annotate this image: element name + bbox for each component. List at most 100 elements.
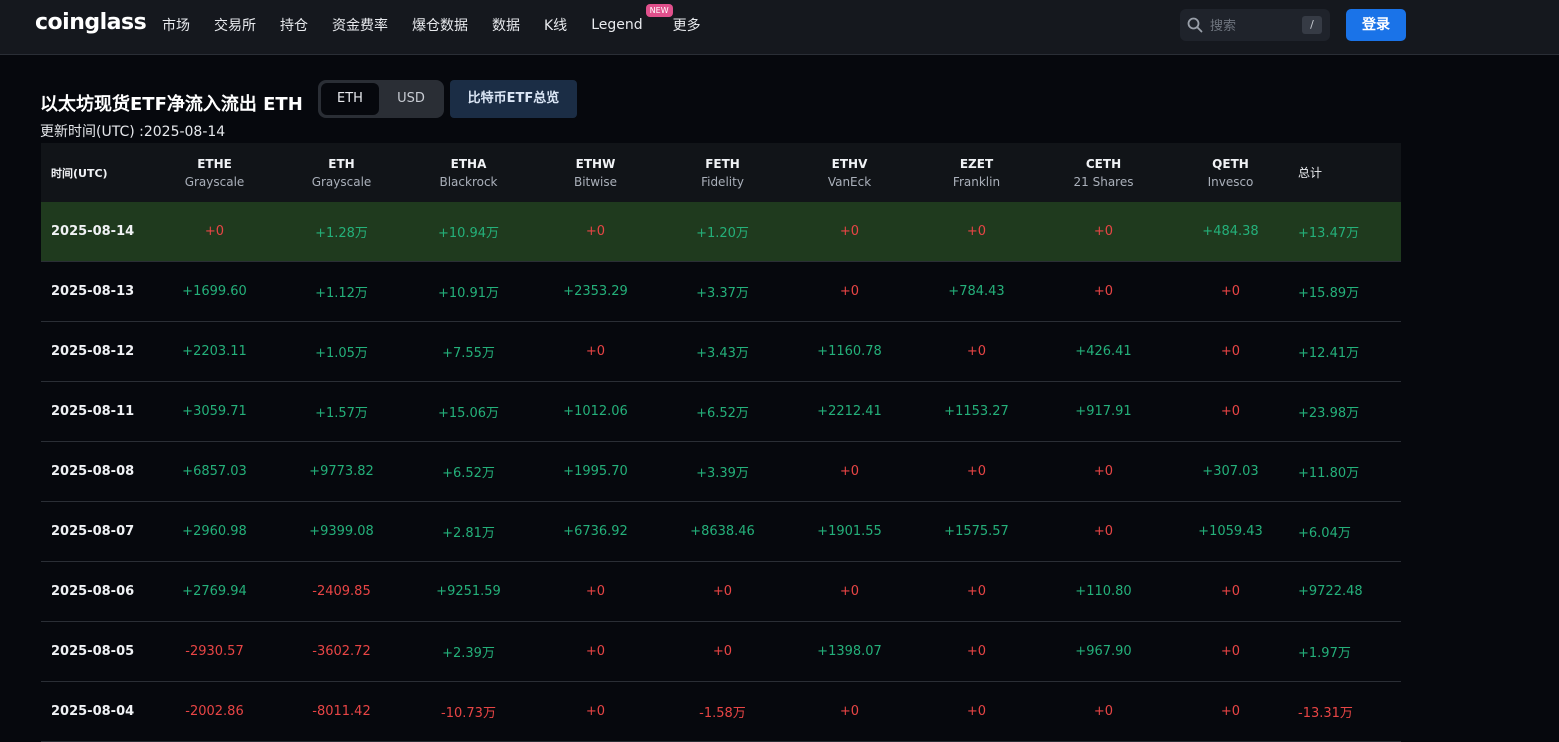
flow-cell: +6.52万	[442, 466, 495, 481]
flow-cell: +3.37万	[696, 286, 749, 301]
total-cell: +6.04万	[1298, 526, 1351, 541]
flow-cell: +0	[1220, 404, 1241, 419]
flow-cell: +2960.98	[182, 524, 247, 539]
header-col-feth[interactable]: FETH Fidelity	[659, 155, 786, 191]
update-time: 更新时间(UTC) :2025-08-14	[40, 124, 226, 140]
flow-cell: +2.39万	[442, 646, 495, 661]
flow-cell: +0	[966, 464, 987, 479]
nav-item-kline[interactable]: K线	[544, 15, 567, 35]
table-row: 2025-08-06 +2769.94 -2409.85 +9251.59 +0 +0 +0…	[41, 562, 1401, 622]
flow-cell: +0	[839, 704, 860, 719]
header-ticker: ETHV	[831, 156, 868, 171]
flow-cell: -2930.57	[185, 644, 244, 659]
header-issuer: Grayscale	[311, 174, 372, 189]
main-nav: 市场 交易所 持仓 资金费率 爆仓数据 数据 K线 Legend NEW 更多	[162, 0, 725, 50]
flow-cell: +0	[1220, 644, 1241, 659]
header-issuer: Bitwise	[573, 174, 618, 189]
nav-item-funding-rate[interactable]: 资金费率	[332, 15, 388, 35]
toggle-usd[interactable]: USD	[382, 83, 440, 115]
flow-cell: +0	[712, 584, 733, 599]
etf-flow-table: 时间(UTC) ETHE Grayscale ETH Grayscale ETH…	[41, 143, 1401, 742]
toggle-eth[interactable]: ETH	[321, 83, 379, 115]
date-cell: 2025-08-06	[51, 584, 135, 599]
flow-cell: -8011.42	[312, 704, 371, 719]
flow-cell: +9251.59	[436, 584, 501, 599]
date-cell: 2025-08-05	[51, 644, 135, 659]
header-col-ceth[interactable]: CETH 21 Shares	[1040, 155, 1167, 191]
flow-cell: -2409.85	[312, 584, 371, 599]
flow-cell: +2353.29	[563, 284, 628, 299]
nav-item-more[interactable]: 更多	[673, 15, 701, 35]
nav-item-data[interactable]: 数据	[492, 15, 520, 35]
nav-item-exchanges[interactable]: 交易所	[214, 15, 256, 35]
flow-cell: +0	[839, 584, 860, 599]
page-title: 以太坊现货ETF净流入流出 ETH	[40, 94, 303, 115]
date-cell: 2025-08-04	[51, 704, 135, 719]
flow-cell: +0	[966, 344, 987, 359]
total-cell: -13.31万	[1298, 706, 1353, 721]
table-row: 2025-08-13 +1699.60 +1.12万 +10.91万 +2353.29 +…	[41, 262, 1401, 322]
flow-cell: +0	[1220, 284, 1241, 299]
header-col-eth[interactable]: ETH Grayscale	[278, 155, 405, 191]
flow-cell: +10.91万	[437, 286, 500, 301]
flow-cell: +0	[966, 644, 987, 659]
header-issuer: Fidelity	[701, 174, 744, 189]
btc-etf-overview-button[interactable]: 比特币ETF总览	[450, 80, 577, 118]
header-ticker: ETH	[328, 156, 355, 171]
flow-cell: +9773.82	[309, 464, 374, 479]
unit-toggle: ETH USD	[318, 80, 444, 118]
flow-cell: +7.55万	[442, 346, 495, 361]
total-cell: +23.98万	[1298, 406, 1360, 421]
flow-cell: +15.06万	[437, 406, 500, 421]
header-ticker: ETHE	[197, 156, 232, 171]
flow-cell: +1.57万	[315, 406, 368, 421]
table-row: 2025-08-14 +0 +1.28万 +10.94万 +0 +1.20万 +0 +0 +0 +…	[41, 202, 1401, 262]
flow-cell: +0	[585, 224, 606, 239]
header-col-etha[interactable]: ETHA Blackrock	[405, 155, 532, 191]
header-col-ethe[interactable]: ETHE Grayscale	[151, 155, 278, 191]
flow-cell: +1.12万	[315, 286, 368, 301]
nav-item-legend[interactable]: Legend NEW	[591, 4, 673, 33]
header-col-ethv[interactable]: ETHV VanEck	[786, 155, 913, 191]
coinglass-logo[interactable]: coinglass	[35, 10, 147, 35]
header-issuer: VanEck	[827, 174, 872, 189]
header-date: 时间(UTC)	[51, 166, 108, 180]
header-col-ezet[interactable]: EZET Franklin	[913, 155, 1040, 191]
flow-cell: +0	[966, 224, 987, 239]
nav-item-open-interest[interactable]: 持仓	[280, 15, 308, 35]
table-row: 2025-08-11 +3059.71 +1.57万 +15.06万 +1012.06 +…	[41, 382, 1401, 442]
date-cell: 2025-08-11	[51, 404, 135, 419]
flow-cell: +1153.27	[944, 404, 1009, 419]
flow-cell: +6.52万	[696, 406, 749, 421]
flow-cell: +1901.55	[817, 524, 882, 539]
flow-cell: +0	[1093, 704, 1114, 719]
flow-cell: +0	[1220, 344, 1241, 359]
date-cell: 2025-08-14	[51, 224, 135, 239]
header-col-qeth[interactable]: QETH Invesco	[1167, 155, 1294, 191]
header-ticker: ETHA	[450, 156, 487, 171]
search-input[interactable]	[1208, 14, 1296, 38]
search-box[interactable]: /	[1180, 9, 1330, 41]
flow-cell: +0	[966, 584, 987, 599]
nav-item-legend-label: Legend	[591, 17, 643, 33]
flow-cell: +8638.46	[690, 524, 755, 539]
flow-cell: +1.05万	[315, 346, 368, 361]
flow-cell: +967.90	[1075, 644, 1132, 659]
header-col-ethw[interactable]: ETHW Bitwise	[532, 155, 659, 191]
login-button[interactable]: 登录	[1346, 9, 1406, 41]
total-cell: +9722.48	[1298, 584, 1363, 599]
header-issuer: Blackrock	[439, 174, 498, 189]
flow-cell: +784.43	[948, 284, 1005, 299]
flow-cell: +9399.08	[309, 524, 374, 539]
flow-cell: +0	[204, 224, 225, 239]
flow-cell: +0	[1093, 524, 1114, 539]
flow-cell: +0	[1093, 284, 1114, 299]
flow-cell: +0	[839, 464, 860, 479]
table-body: 2025-08-14 +0 +1.28万 +10.94万 +0 +1.20万 +0 +0 +0 +…	[41, 202, 1401, 742]
nav-item-market[interactable]: 市场	[162, 15, 190, 35]
date-cell: 2025-08-08	[51, 464, 135, 479]
flow-cell: +0	[585, 344, 606, 359]
nav-item-liquidations[interactable]: 爆仓数据	[412, 15, 468, 35]
flow-cell: +0	[585, 704, 606, 719]
table-row: 2025-08-04 -2002.86 -8011.42 -10.73万 +0 -1.58…	[41, 682, 1401, 742]
